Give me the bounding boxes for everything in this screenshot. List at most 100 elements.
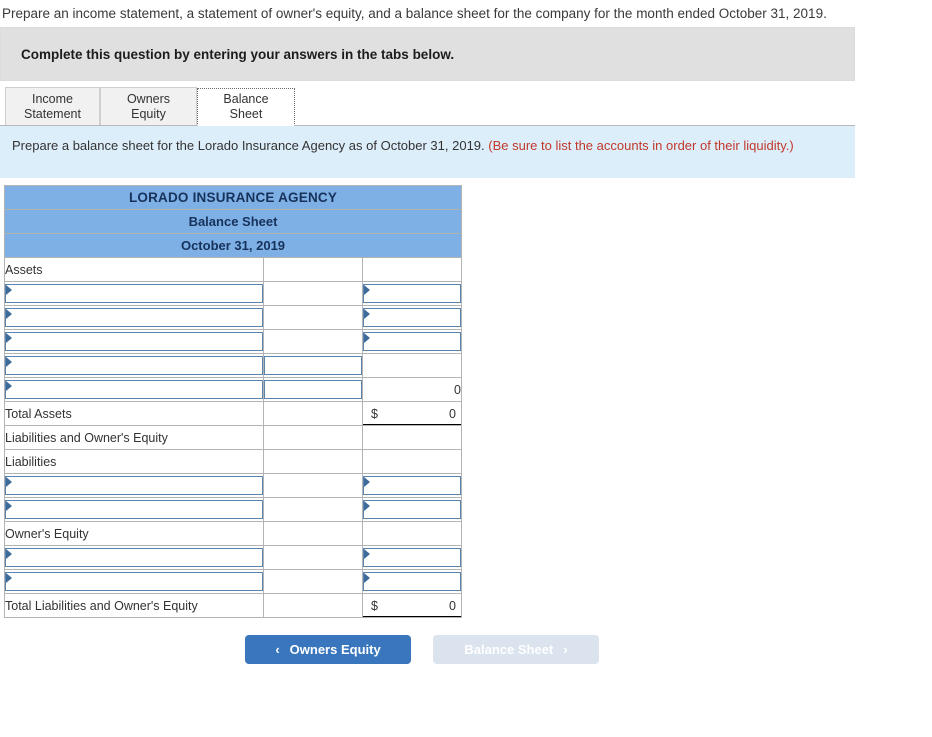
- dropdown-triangle-icon: [364, 309, 370, 319]
- sheet-date: October 31, 2019: [4, 233, 462, 258]
- row-mid-cell: [263, 497, 363, 522]
- dropdown-triangle-icon: [6, 285, 12, 295]
- tab-list: Income Statement Owners Equity Balance S…: [0, 87, 855, 126]
- sheet-header-company: LORADO INSURANCE AGENCY: [4, 185, 462, 210]
- table-row: [4, 329, 462, 354]
- dropdown-triangle-icon: [364, 333, 370, 343]
- account-name-input-4[interactable]: [4, 353, 264, 378]
- sheet-company-name: LORADO INSURANCE AGENCY: [4, 185, 462, 210]
- account-name-input-2[interactable]: [4, 305, 264, 330]
- row-mid-cell: [263, 305, 363, 330]
- tab-income-statement[interactable]: Income Statement: [5, 87, 100, 125]
- total-liabilities-equity-value: 0: [449, 598, 456, 613]
- currency-symbol: $: [371, 598, 378, 613]
- table-row: [4, 545, 462, 570]
- amount-input-right-3[interactable]: [362, 329, 462, 354]
- question-prompt: Prepare an income statement, a statement…: [2, 6, 827, 21]
- account-name-input-6[interactable]: [4, 473, 264, 498]
- row-label-total-liabilities-and-owners-equity: Total Liabilities and Owner's Equity: [4, 593, 264, 618]
- amount-input-right-7[interactable]: [362, 497, 462, 522]
- account-name-input-7[interactable]: [4, 497, 264, 522]
- sheet-header-statement: Balance Sheet: [4, 209, 462, 234]
- amount-input-box[interactable]: [363, 332, 461, 351]
- table-row: Assets: [4, 257, 462, 282]
- amount-input-box[interactable]: [363, 500, 461, 519]
- amount-input-mid-4[interactable]: [263, 353, 363, 378]
- table-row: [4, 569, 462, 594]
- row-mid-cell: [263, 329, 363, 354]
- row-right-cell: [362, 425, 462, 450]
- account-name-input-8[interactable]: [4, 545, 264, 570]
- amount-input-right-6[interactable]: [362, 473, 462, 498]
- account-input-box[interactable]: [5, 500, 263, 519]
- account-input-box[interactable]: [5, 380, 263, 399]
- row-label-liabilities: Liabilities: [4, 449, 264, 474]
- dropdown-triangle-icon: [6, 573, 12, 583]
- dropdown-triangle-icon: [364, 549, 370, 559]
- row-right-cell: [362, 353, 462, 378]
- amount-input-box[interactable]: [264, 356, 362, 375]
- total-assets-cell: $ 0: [362, 401, 462, 426]
- sheet-statement-name: Balance Sheet: [4, 209, 462, 234]
- dropdown-triangle-icon: [6, 549, 12, 559]
- dropdown-triangle-icon: [364, 477, 370, 487]
- account-name-input-1[interactable]: [4, 281, 264, 306]
- balance-sheet-container: LORADO INSURANCE AGENCY Balance Sheet Oc…: [0, 178, 932, 618]
- table-row: Total Liabilities and Owner's Equity $ 0: [4, 593, 462, 618]
- account-name-input-3[interactable]: [4, 329, 264, 354]
- table-row: [4, 353, 462, 378]
- next-balance-sheet-button[interactable]: Balance Sheet ›: [433, 635, 599, 664]
- row-label-assets: Assets: [4, 257, 264, 282]
- amount-input-box[interactable]: [363, 476, 461, 495]
- account-input-box[interactable]: [5, 356, 263, 375]
- row-mid-cell: [263, 521, 363, 546]
- row-mid-cell: [263, 593, 363, 618]
- chevron-left-icon: ‹: [275, 642, 280, 657]
- currency-symbol: $: [371, 406, 378, 421]
- dropdown-triangle-icon: [6, 501, 12, 511]
- row-mid-cell: [263, 449, 363, 474]
- account-input-box[interactable]: [5, 572, 263, 591]
- total-liabilities-equity-cell: $ 0: [362, 593, 462, 618]
- amount-input-box[interactable]: [264, 380, 362, 399]
- amount-input-right-8[interactable]: [362, 545, 462, 570]
- tab-owners-equity[interactable]: Owners Equity: [100, 87, 197, 125]
- account-input-box[interactable]: [5, 548, 263, 567]
- task-instruction-text: Prepare a balance sheet for the Lorado I…: [12, 138, 489, 153]
- tab-balance-sheet[interactable]: Balance Sheet: [197, 88, 295, 126]
- task-instruction: Prepare a balance sheet for the Lorado I…: [0, 126, 855, 178]
- amount-input-right-2[interactable]: [362, 305, 462, 330]
- dropdown-triangle-icon: [364, 573, 370, 583]
- row-right-cell: [362, 449, 462, 474]
- table-row: Liabilities and Owner's Equity: [4, 425, 462, 450]
- table-row: Total Assets $ 0: [4, 401, 462, 426]
- amount-input-mid-5[interactable]: [263, 377, 363, 402]
- row-mid-cell: [263, 257, 363, 282]
- row-mid-cell: [263, 401, 363, 426]
- account-input-box[interactable]: [5, 284, 263, 303]
- amount-input-box[interactable]: [363, 308, 461, 327]
- prev-owners-equity-button[interactable]: ‹ Owners Equity: [245, 635, 411, 664]
- subtotal-assets-value: 0: [362, 377, 462, 402]
- amount-input-box[interactable]: [363, 284, 461, 303]
- amount-input-right-9[interactable]: [362, 569, 462, 594]
- amount-input-box[interactable]: [363, 548, 461, 567]
- amount-input-box[interactable]: [363, 572, 461, 591]
- row-right-cell: [362, 257, 462, 282]
- table-row: [4, 473, 462, 498]
- account-input-box[interactable]: [5, 476, 263, 495]
- total-liabilities-equity-money: $ 0: [363, 599, 461, 613]
- amount-input-right-1[interactable]: [362, 281, 462, 306]
- account-name-input-5[interactable]: [4, 377, 264, 402]
- dropdown-triangle-icon: [6, 309, 12, 319]
- table-row: 0: [4, 377, 462, 402]
- row-mid-cell: [263, 569, 363, 594]
- account-input-box[interactable]: [5, 332, 263, 351]
- account-name-input-9[interactable]: [4, 569, 264, 594]
- sheet-header-date: October 31, 2019: [4, 233, 462, 258]
- total-assets-value: 0: [449, 406, 456, 421]
- instruction-banner: Complete this question by entering your …: [0, 27, 855, 81]
- row-label-owners-equity: Owner's Equity: [4, 521, 264, 546]
- dropdown-triangle-icon: [6, 357, 12, 367]
- account-input-box[interactable]: [5, 308, 263, 327]
